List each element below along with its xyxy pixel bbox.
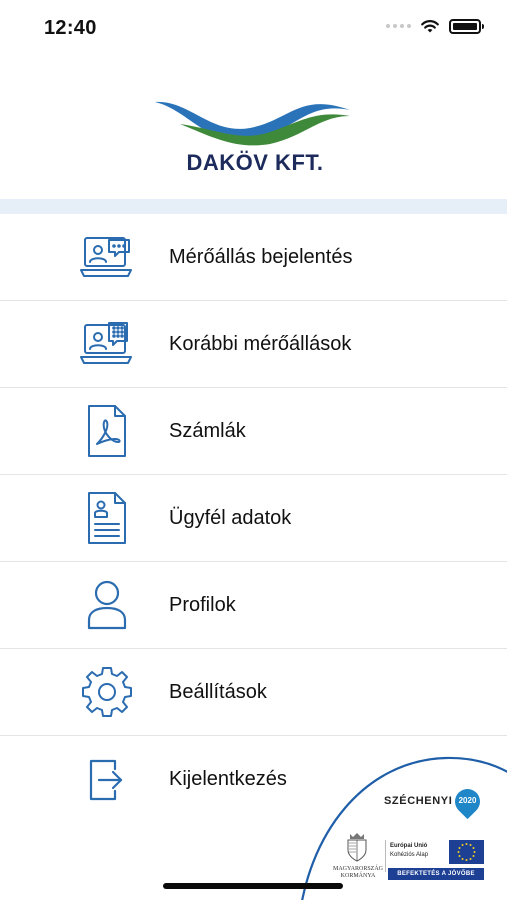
eu-flag-icon	[449, 840, 484, 864]
menu-item-profiles[interactable]: Profilok	[0, 562, 507, 649]
logo-wave-icon	[155, 101, 350, 146]
eu-label: Európai Unió Kohéziós Alap	[390, 842, 428, 860]
header-divider	[0, 199, 507, 214]
profile-icon	[78, 576, 136, 634]
settings-gear-icon	[78, 663, 136, 721]
meter-history-icon	[78, 315, 136, 373]
menu-item-meter-report[interactable]: Mérőállás bejelentés	[0, 214, 507, 301]
customer-data-icon	[78, 489, 136, 547]
eu-line2: Kohéziós Alap	[390, 852, 429, 858]
slogan-bar: BEFEKTETÉS A JÖVŐBE	[388, 868, 484, 880]
logo-text: DAKÖV KFT.	[186, 150, 324, 175]
menu-item-label: Profilok	[169, 593, 236, 616]
signal-icon	[386, 24, 411, 28]
status-icons	[386, 18, 484, 34]
menu-item-label: Számlák	[169, 419, 246, 442]
battery-icon	[449, 18, 484, 34]
menu-item-label: Beállítások	[169, 680, 267, 703]
logout-icon	[78, 751, 136, 809]
wifi-icon	[421, 20, 439, 33]
menu-item-label: Kijelentkezés	[169, 768, 287, 790]
government-label: MAGYARORSZÁG KORMÁNYA	[332, 866, 383, 879]
home-indicator[interactable]	[163, 883, 343, 889]
status-bar: 12:40	[0, 0, 507, 56]
szechenyi-label: SZÉCHENYI	[384, 795, 453, 807]
main-menu: Mérőállás bejelentés Korábbi mérőállások	[0, 214, 507, 823]
hungarian-crest-icon	[347, 833, 367, 862]
menu-item-customer-data[interactable]: Ügyfél adatok	[0, 475, 507, 562]
menu-item-label: Ügyfél adatok	[169, 506, 292, 529]
company-logo: DAKÖV KFT.	[150, 80, 360, 180]
invoice-pdf-icon	[78, 402, 136, 460]
status-time: 12:40	[44, 17, 97, 39]
menu-item-settings[interactable]: Beállítások	[0, 649, 507, 736]
meter-report-icon	[78, 228, 136, 286]
szechenyi-year: 2020	[458, 796, 477, 805]
menu-item-invoices[interactable]: Számlák	[0, 388, 507, 475]
menu-item-label: Mérőállás bejelentés	[169, 245, 353, 268]
menu-item-label: Korábbi mérőállások	[169, 332, 352, 355]
eu-line1: Európai Unió	[390, 843, 428, 849]
badge-divider	[385, 840, 386, 872]
menu-item-meter-history[interactable]: Korábbi mérőállások	[0, 301, 507, 388]
